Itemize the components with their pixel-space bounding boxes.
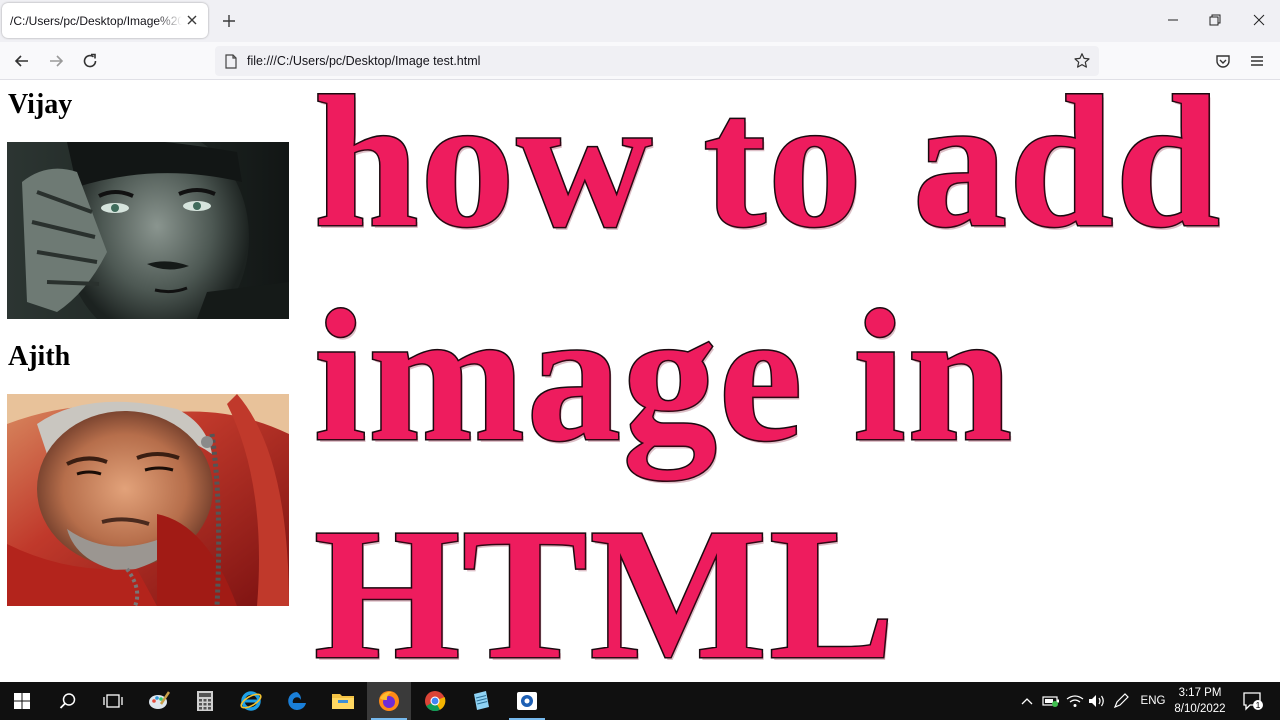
chrome-icon xyxy=(425,691,446,712)
pen-workspace-button[interactable] xyxy=(1110,682,1132,720)
person-name-vijay: Vijay xyxy=(8,89,73,120)
capture-app-icon xyxy=(517,692,537,710)
taskbar-app-edge[interactable] xyxy=(275,682,319,720)
calculator-icon xyxy=(197,691,213,711)
edge-icon xyxy=(288,692,306,710)
volume-control[interactable] xyxy=(1086,682,1108,720)
search-icon xyxy=(59,693,76,709)
task-view-button[interactable] xyxy=(91,682,135,720)
notification-count: 1 xyxy=(1256,700,1261,710)
page-viewport: Vijay Ajith how to add image in HTML xyxy=(0,56,1280,700)
network-status[interactable] xyxy=(1064,682,1086,720)
taskbar-app-paint[interactable] xyxy=(137,682,181,720)
tab-active[interactable]: /C:/Users/pc/Desktop/Image%20test.html xyxy=(2,3,208,38)
internet-explorer-icon xyxy=(240,691,262,711)
input-language[interactable]: ENG xyxy=(1138,682,1168,720)
forward-icon[interactable] xyxy=(47,52,65,70)
tab-title: /C:/Users/pc/Desktop/Image%20test.html xyxy=(10,13,182,28)
clock-date: 8/10/2022 xyxy=(1174,703,1226,715)
headline-line-3: HTML xyxy=(312,488,897,700)
task-view-icon xyxy=(103,694,123,708)
taskbar-app-calculator[interactable] xyxy=(183,682,227,720)
paint-icon xyxy=(149,691,171,709)
headline-line-2: image in xyxy=(312,270,1015,482)
new-tab-icon[interactable] xyxy=(221,13,237,29)
taskbar-search-button[interactable] xyxy=(46,682,90,720)
headline-line-1: how to add xyxy=(312,56,1223,268)
notification-icon: 1 xyxy=(1243,692,1263,711)
minimize-icon[interactable] xyxy=(1166,13,1180,27)
pen-icon xyxy=(1113,693,1129,709)
battery-status[interactable] xyxy=(1040,682,1062,720)
start-button[interactable] xyxy=(0,682,44,720)
clock-time: 3:17 PM xyxy=(1178,687,1222,699)
tab-strip: /C:/Users/pc/Desktop/Image%20test.html xyxy=(0,0,1280,42)
clock[interactable]: 3:17 PM 8/10/2022 xyxy=(1168,685,1232,717)
taskbar-app-notepad[interactable] xyxy=(459,682,503,720)
page-icon xyxy=(225,54,237,69)
wifi-icon xyxy=(1066,695,1084,707)
taskbar: ENG 3:17 PM 8/10/2022 1 xyxy=(0,682,1280,720)
firefox-icon xyxy=(379,691,399,711)
taskbar-app-chrome[interactable] xyxy=(413,682,457,720)
back-icon[interactable] xyxy=(13,52,31,70)
taskbar-app-capture[interactable] xyxy=(505,682,549,720)
action-center-button[interactable]: 1 xyxy=(1238,682,1268,720)
tab-close-icon[interactable] xyxy=(184,12,200,28)
file-explorer-icon xyxy=(332,694,354,709)
person-name-ajith: Ajith xyxy=(8,341,71,372)
show-hidden-icons-button[interactable] xyxy=(1018,682,1036,720)
start-icon xyxy=(14,693,30,709)
taskbar-app-internet-explorer[interactable] xyxy=(229,682,273,720)
close-window-icon[interactable] xyxy=(1252,13,1266,27)
notepad-icon xyxy=(474,691,489,710)
speaker-icon xyxy=(1089,695,1104,707)
restore-icon[interactable] xyxy=(1208,13,1222,27)
taskbar-app-file-explorer[interactable] xyxy=(321,682,365,720)
photo-vijay xyxy=(7,142,289,319)
menu-icon[interactable] xyxy=(1248,52,1266,70)
photo-ajith xyxy=(7,394,289,606)
chevron-up-icon xyxy=(1021,698,1033,705)
battery-icon xyxy=(1042,696,1059,707)
taskbar-app-firefox[interactable] xyxy=(367,682,411,720)
reload-icon[interactable] xyxy=(81,52,99,70)
